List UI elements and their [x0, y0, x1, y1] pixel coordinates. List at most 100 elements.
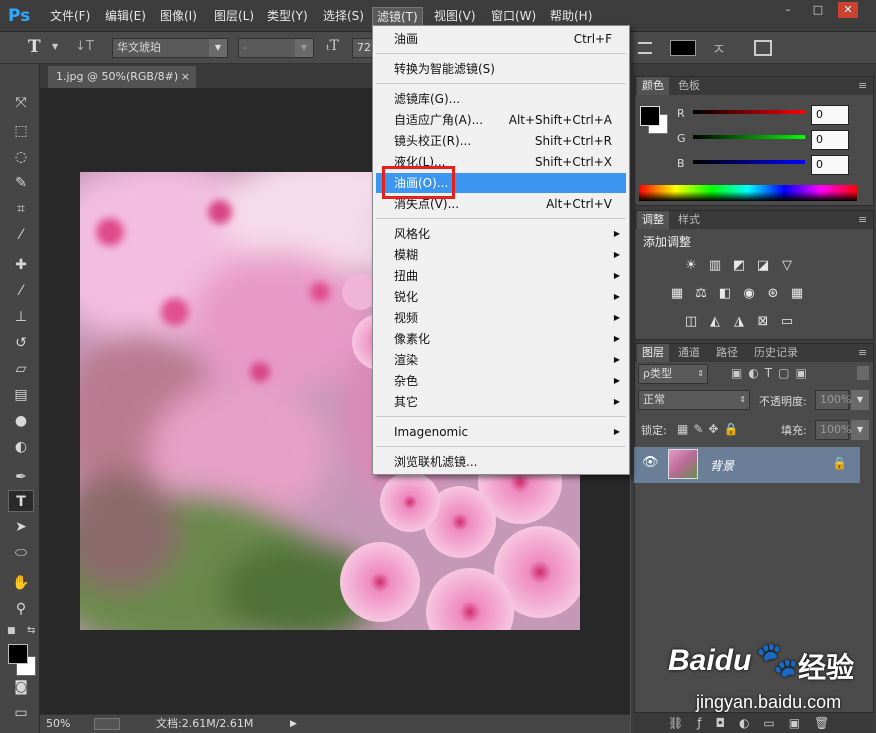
zoom-tool-icon[interactable]: ⚲: [8, 598, 34, 620]
menu-view[interactable]: 视图(V): [430, 7, 480, 25]
menu-item-convert-smart-filter[interactable]: 转换为智能滤镜(S): [376, 59, 626, 79]
menu-item-last-filter[interactable]: 油画 Ctrl+F: [376, 29, 626, 49]
ellipse-tool-icon[interactable]: ⬭: [8, 542, 34, 564]
vibrance-icon[interactable]: ▽: [779, 259, 795, 273]
document-tab[interactable]: 1.jpg @ 50%(RGB/8#) ×: [48, 66, 196, 88]
tab-history[interactable]: 历史记录: [749, 344, 803, 362]
quick-mask-icon[interactable]: ◙: [8, 676, 34, 698]
selective-color-icon[interactable]: ⊠: [755, 315, 771, 329]
brush-tool-icon[interactable]: ⁄: [8, 280, 34, 302]
layer-filter-icons[interactable]: ▣◐T▢▣: [731, 366, 813, 380]
color-lookup-icon[interactable]: ▦: [789, 287, 805, 301]
menu-item-stylize[interactable]: 风格化 ▶: [376, 224, 626, 244]
menu-item-sharpen[interactable]: 锐化 ▶: [376, 287, 626, 307]
hue-saturation-icon[interactable]: ▦: [669, 287, 685, 301]
tab-styles[interactable]: 样式: [673, 211, 705, 229]
menu-item-browse-filters-online[interactable]: 浏览联机滤镜...: [376, 452, 626, 472]
panel-menu-icon[interactable]: ≡: [853, 344, 872, 362]
menu-file[interactable]: 文件(F): [46, 7, 94, 25]
blur-tool-icon[interactable]: ●: [8, 410, 34, 432]
chevron-down-icon[interactable]: ▼: [851, 390, 869, 410]
panel-menu-icon[interactable]: ≡: [853, 77, 872, 95]
menu-item-distort[interactable]: 扭曲 ▶: [376, 266, 626, 286]
menu-item-lens-correction[interactable]: 镜头校正(R)... Shift+Ctrl+R: [376, 131, 626, 151]
swap-colors-icon[interactable]: ⇆: [27, 625, 35, 636]
invert-icon[interactable]: ◫: [683, 315, 699, 329]
tab-paths[interactable]: 路径: [711, 344, 743, 362]
zoom-level[interactable]: 50%: [46, 715, 70, 733]
layer-row-background[interactable]: 👁 背景 🔒: [634, 447, 860, 483]
green-value-input[interactable]: 0: [811, 130, 849, 150]
gradient-map-icon[interactable]: ▭: [779, 315, 795, 329]
foreground-color-swatch[interactable]: [8, 644, 28, 664]
menu-select[interactable]: 选择(S): [319, 7, 368, 25]
color-spectrum-bar[interactable]: [639, 185, 857, 201]
gradient-tool-icon[interactable]: ▤: [8, 384, 34, 406]
close-tab-icon[interactable]: ×: [181, 66, 190, 88]
menu-help[interactable]: 帮助(H): [546, 7, 596, 25]
status-menu-arrow-icon[interactable]: ▶: [290, 715, 297, 733]
tab-channels[interactable]: 通道: [673, 344, 705, 362]
move-tool-icon[interactable]: ⤧: [8, 92, 34, 114]
tab-swatches[interactable]: 色板: [673, 77, 705, 95]
pen-tool-icon[interactable]: ✒: [8, 466, 34, 488]
maximize-button[interactable]: □: [808, 2, 828, 18]
character-panel-icon[interactable]: [754, 40, 772, 56]
tool-preset-arrow-icon[interactable]: ▼: [52, 42, 58, 51]
foreground-color-swatch[interactable]: [640, 106, 660, 126]
photo-filter-icon[interactable]: ◉: [741, 287, 757, 301]
justify-icon[interactable]: [638, 42, 652, 54]
minimize-button[interactable]: –: [778, 2, 798, 18]
red-value-input[interactable]: 0: [811, 105, 849, 125]
blend-mode-select[interactable]: 正常 ⇕: [638, 390, 750, 410]
menu-item-adaptive-wide-angle[interactable]: 自适应广角(A)... Alt+Shift+Ctrl+A: [376, 110, 626, 130]
font-family-select[interactable]: 华文琥珀 ▼: [112, 38, 228, 58]
font-size-field[interactable]: 72: [352, 38, 374, 58]
quick-select-tool-icon[interactable]: ✎: [8, 172, 34, 194]
blue-slider[interactable]: [693, 160, 805, 164]
black-white-icon[interactable]: ◧: [717, 287, 733, 301]
green-slider[interactable]: [693, 135, 805, 139]
toggle-orientation-icon[interactable]: ↓T: [75, 39, 97, 57]
chevron-down-icon[interactable]: ▼: [851, 420, 869, 440]
tab-layers[interactable]: 图层: [637, 344, 669, 362]
panel-menu-icon[interactable]: ≡: [853, 211, 872, 229]
menu-item-video[interactable]: 视频 ▶: [376, 308, 626, 328]
healing-brush-tool-icon[interactable]: ✚: [8, 254, 34, 276]
fill-input[interactable]: 100%: [815, 420, 851, 440]
red-slider[interactable]: [693, 110, 805, 114]
menu-item-noise[interactable]: 杂色 ▶: [376, 371, 626, 391]
menu-item-pixelate[interactable]: 像素化 ▶: [376, 329, 626, 349]
type-tool-icon[interactable]: T: [28, 37, 41, 57]
menu-item-imagenomic[interactable]: Imagenomic ▶: [376, 422, 626, 442]
menu-item-blur[interactable]: 模糊 ▶: [376, 245, 626, 265]
lock-icons[interactable]: ▦✎✥🔒: [677, 422, 743, 436]
menu-item-other[interactable]: 其它 ▶: [376, 392, 626, 412]
menu-item-filter-gallery[interactable]: 滤镜库(G)...: [376, 89, 626, 109]
screen-mode-icon[interactable]: ▭: [8, 702, 34, 724]
exposure-icon[interactable]: ◪: [755, 259, 771, 273]
menu-filter[interactable]: 滤镜(T): [372, 7, 423, 25]
eyedropper-tool-icon[interactable]: ⁄: [8, 224, 34, 246]
close-window-button[interactable]: ✕: [838, 2, 858, 18]
blue-value-input[interactable]: 0: [811, 155, 849, 175]
eraser-tool-icon[interactable]: ▱: [8, 358, 34, 380]
posterize-icon[interactable]: ◭: [707, 315, 723, 329]
path-selection-tool-icon[interactable]: ➤: [8, 516, 34, 538]
menu-layer[interactable]: 图层(L): [210, 7, 258, 25]
channel-mixer-icon[interactable]: ⊛: [765, 287, 781, 301]
marquee-tool-icon[interactable]: ⬚: [8, 120, 34, 142]
curves-icon[interactable]: ◩: [731, 259, 747, 273]
crop-tool-icon[interactable]: ⌗: [8, 198, 34, 220]
warp-text-icon[interactable]: ㅈ: [712, 38, 726, 59]
tab-adjustments[interactable]: 调整: [637, 211, 669, 229]
menu-image[interactable]: 图像(I): [156, 7, 201, 25]
menu-type[interactable]: 类型(Y): [263, 7, 312, 25]
color-balance-icon[interactable]: ⚖: [693, 287, 709, 301]
history-brush-tool-icon[interactable]: ↺: [8, 332, 34, 354]
brightness-contrast-icon[interactable]: ☀: [683, 259, 699, 273]
visibility-eye-icon[interactable]: 👁: [642, 455, 659, 470]
lasso-tool-icon[interactable]: ◌: [8, 146, 34, 168]
type-tool-active-icon[interactable]: T: [8, 490, 34, 512]
layer-name[interactable]: 背景: [710, 457, 734, 474]
